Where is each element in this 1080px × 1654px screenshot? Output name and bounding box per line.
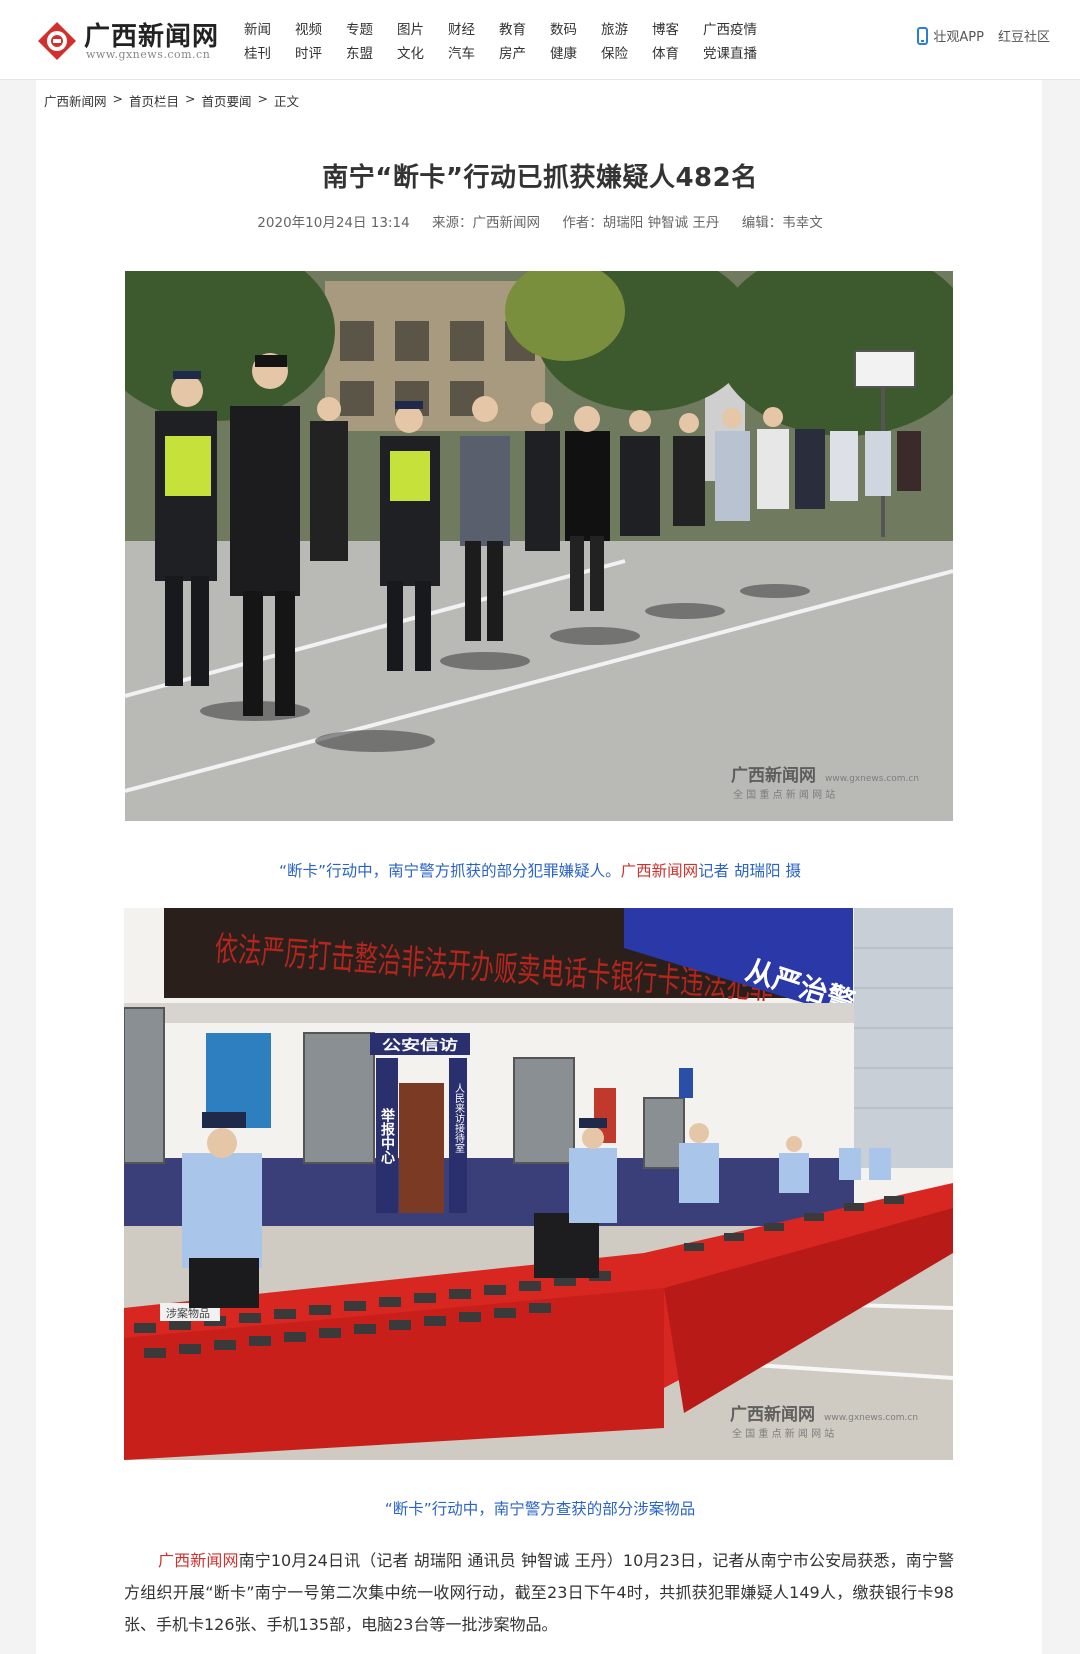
- nav-item-insurance[interactable]: 保险: [601, 42, 652, 62]
- breadcrumb-columns[interactable]: 首页栏目: [129, 91, 179, 110]
- phone-icon: [917, 26, 929, 45]
- photo1-watermark-text: 广西新闻网: [731, 765, 816, 786]
- photo1-caption-site[interactable]: 广西新闻网: [621, 862, 699, 880]
- article-date: 2020年10月24日 13:14: [257, 215, 410, 231]
- nav-item-news[interactable]: 新闻: [244, 18, 295, 38]
- logo-url: www.gxnews.com.cn: [86, 48, 211, 61]
- photo2-sign-report: 举报中心: [379, 1107, 396, 1165]
- nav-item-health[interactable]: 健康: [550, 42, 601, 62]
- photo1-watermark-sub: 全 国 重 点 新 闻 网 站: [733, 788, 835, 801]
- nav-item-video[interactable]: 视频: [295, 18, 346, 38]
- nav-item-topics[interactable]: 专题: [346, 18, 397, 38]
- community-link[interactable]: 红豆社区: [998, 26, 1050, 45]
- app-link[interactable]: 壮观APP: [917, 26, 984, 45]
- body-paragraph-text: 南宁10月24日讯（记者 胡瑞阳 通讯员 钟智诚 王丹）10月23日，记者从南宁…: [124, 1551, 954, 1634]
- breadcrumb-separator: >: [112, 91, 123, 106]
- photo2-watermark-text: 广西新闻网: [730, 1404, 815, 1425]
- nav-item-travel[interactable]: 旅游: [601, 18, 652, 38]
- nav-item-auto[interactable]: 汽车: [448, 42, 499, 62]
- nav-item-education[interactable]: 教育: [499, 18, 550, 38]
- header-links: 壮观APP 红豆社区: [917, 26, 1050, 45]
- breadcrumb: 广西新闻网 > 首页栏目 > 首页要闻 > 正文: [44, 91, 299, 110]
- article-meta: 2020年10月24日 13:14 来源：广西新闻网 作者：胡瑞阳 钟智诚 王丹…: [100, 211, 980, 231]
- main-nav: 新闻 视频 专题 图片 财经 教育 数码 旅游 博客 广西疫情 桂刊 时评 东盟…: [244, 16, 774, 64]
- photo2-sign-xinfang: 公安信访: [382, 1037, 458, 1054]
- photo2-watermark-url: www.gxnews.com.cn: [824, 1413, 918, 1423]
- nav-item-realestate[interactable]: 房产: [499, 42, 550, 62]
- body-site-name[interactable]: 广西新闻网: [158, 1551, 239, 1570]
- breadcrumb-home[interactable]: 广西新闻网: [44, 91, 107, 110]
- article-body-paragraph: 广西新闻网南宁10月24日讯（记者 胡瑞阳 通讯员 钟智诚 王丹）10月23日，…: [124, 1545, 954, 1641]
- photo-suspects-illustration: 广西新闻网 www.gxnews.com.cn 全 国 重 点 新 闻 网 站: [125, 271, 953, 821]
- nav-item-digital[interactable]: 数码: [550, 18, 601, 38]
- photo2-caption: “断卡”行动中，南宁警方查获的部分涉案物品: [384, 1500, 696, 1518]
- nav-item-magazine[interactable]: 桂刊: [244, 42, 295, 62]
- photo1-caption: “断卡”行动中，南宁警方抓获的部分犯罪嫌疑人。广西新闻网记者 胡瑞阳 摄: [100, 859, 980, 881]
- site-logo[interactable]: 广西新闻网 www.gxnews.com.cn: [36, 14, 221, 64]
- article-source: 来源：广西新闻网: [432, 215, 541, 231]
- nav-item-asean[interactable]: 东盟: [346, 42, 397, 62]
- site-header: 广西新闻网 www.gxnews.com.cn 新闻 视频 专题 图片 财经 教…: [0, 0, 1080, 80]
- breadcrumb-separator: >: [257, 91, 268, 106]
- breadcrumb-current: 正文: [274, 94, 300, 109]
- breadcrumb-headlines[interactable]: 首页要闻: [202, 91, 252, 110]
- nav-item-finance[interactable]: 财经: [448, 18, 499, 38]
- nav-item-sports[interactable]: 体育: [652, 42, 703, 62]
- photo1-watermark-url: www.gxnews.com.cn: [825, 774, 919, 784]
- article-photo-seized-items[interactable]: 依法严厉打击整治非法开办贩卖电话卡银行卡违法犯罪 从严治警 公安信访 举报中心 …: [124, 908, 953, 1460]
- photo2-table-label: 涉案物品: [166, 1306, 210, 1320]
- nav-item-culture[interactable]: 文化: [397, 42, 448, 62]
- nav-row-2: 桂刊 时评 东盟 文化 汽车 房产 健康 保险 体育 党课直播: [244, 42, 771, 62]
- logo-mark-icon: [38, 22, 76, 60]
- photo-seized-illustration: 依法严厉打击整治非法开办贩卖电话卡银行卡违法犯罪 从严治警 公安信访 举报中心 …: [124, 908, 953, 1460]
- nav-item-photos[interactable]: 图片: [397, 18, 448, 38]
- photo1-caption-credit: 记者 胡瑞阳 摄: [698, 862, 801, 880]
- nav-item-epidemic[interactable]: 广西疫情: [703, 18, 771, 38]
- nav-item-commentary[interactable]: 时评: [295, 42, 346, 62]
- article-title: 南宁“断卡”行动已抓获嫌疑人482名: [322, 163, 758, 193]
- article-author: 作者：胡瑞阳 钟智诚 王丹: [562, 215, 720, 231]
- app-link-label: 壮观APP: [933, 30, 984, 45]
- article-editor: 编辑：韦幸文: [741, 215, 823, 231]
- photo1-caption-main: “断卡”行动中，南宁警方抓获的部分犯罪嫌疑人。: [279, 862, 621, 880]
- nav-item-blog[interactable]: 博客: [652, 18, 703, 38]
- nav-row-1: 新闻 视频 专题 图片 财经 教育 数码 旅游 博客 广西疫情: [244, 18, 771, 38]
- photo2-watermark-sub: 全 国 重 点 新 闻 网 站: [732, 1427, 834, 1440]
- article-photo-suspects[interactable]: 广西新闻网 www.gxnews.com.cn 全 国 重 点 新 闻 网 站: [125, 271, 953, 821]
- photo2-sign-reception: 人民来访接待室: [453, 1083, 465, 1153]
- nav-item-party-live[interactable]: 党课直播: [703, 42, 771, 62]
- breadcrumb-separator: >: [185, 91, 196, 106]
